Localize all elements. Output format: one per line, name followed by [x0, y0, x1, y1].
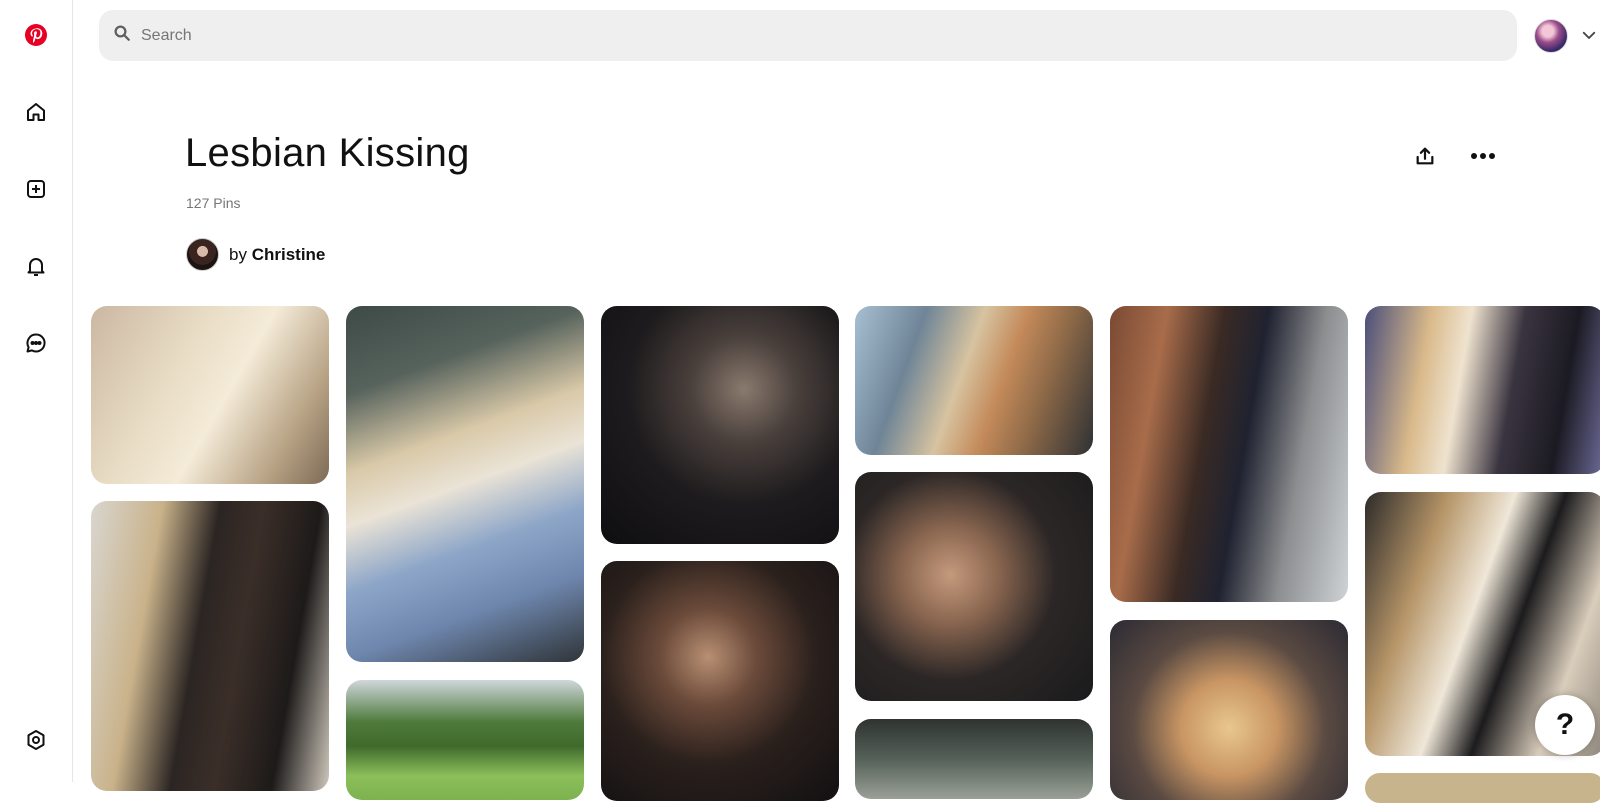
pin-image[interactable] — [855, 472, 1093, 701]
search-input[interactable] — [141, 26, 1441, 45]
pinterest-logo-icon[interactable] — [18, 17, 54, 53]
home-icon[interactable] — [18, 94, 54, 130]
help-button[interactable]: ? — [1535, 695, 1595, 755]
share-icon[interactable] — [1409, 140, 1441, 172]
pin-image[interactable] — [1365, 773, 1600, 803]
search-bar[interactable] — [99, 10, 1517, 61]
pin-image[interactable] — [91, 501, 329, 791]
owner-avatar[interactable] — [186, 238, 219, 271]
search-icon — [113, 24, 131, 47]
settings-icon[interactable] — [18, 722, 54, 758]
messages-icon[interactable] — [18, 325, 54, 361]
user-avatar[interactable] — [1534, 19, 1568, 53]
pin-count: 127 Pins — [186, 195, 241, 211]
pin-image[interactable] — [601, 306, 839, 544]
chevron-down-icon[interactable] — [1580, 26, 1598, 44]
owner-prefix: by — [229, 244, 247, 264]
board-owner[interactable]: by Christine — [186, 238, 325, 271]
board-title: Lesbian Kissing — [185, 131, 470, 175]
pin-image[interactable] — [855, 719, 1093, 799]
owner-name[interactable]: Christine — [252, 245, 326, 264]
left-navigation-rail — [0, 0, 73, 782]
pin-image[interactable] — [1110, 306, 1348, 602]
create-icon[interactable] — [18, 171, 54, 207]
pin-image[interactable] — [1110, 620, 1348, 800]
pin-image[interactable] — [601, 561, 839, 801]
pin-image[interactable] — [346, 306, 584, 662]
pin-image[interactable] — [91, 306, 329, 484]
pin-image[interactable] — [346, 680, 584, 800]
pin-image[interactable] — [855, 306, 1093, 455]
notifications-icon[interactable] — [18, 248, 54, 284]
pin-image[interactable] — [1365, 306, 1600, 474]
more-options-icon[interactable] — [1467, 140, 1499, 172]
